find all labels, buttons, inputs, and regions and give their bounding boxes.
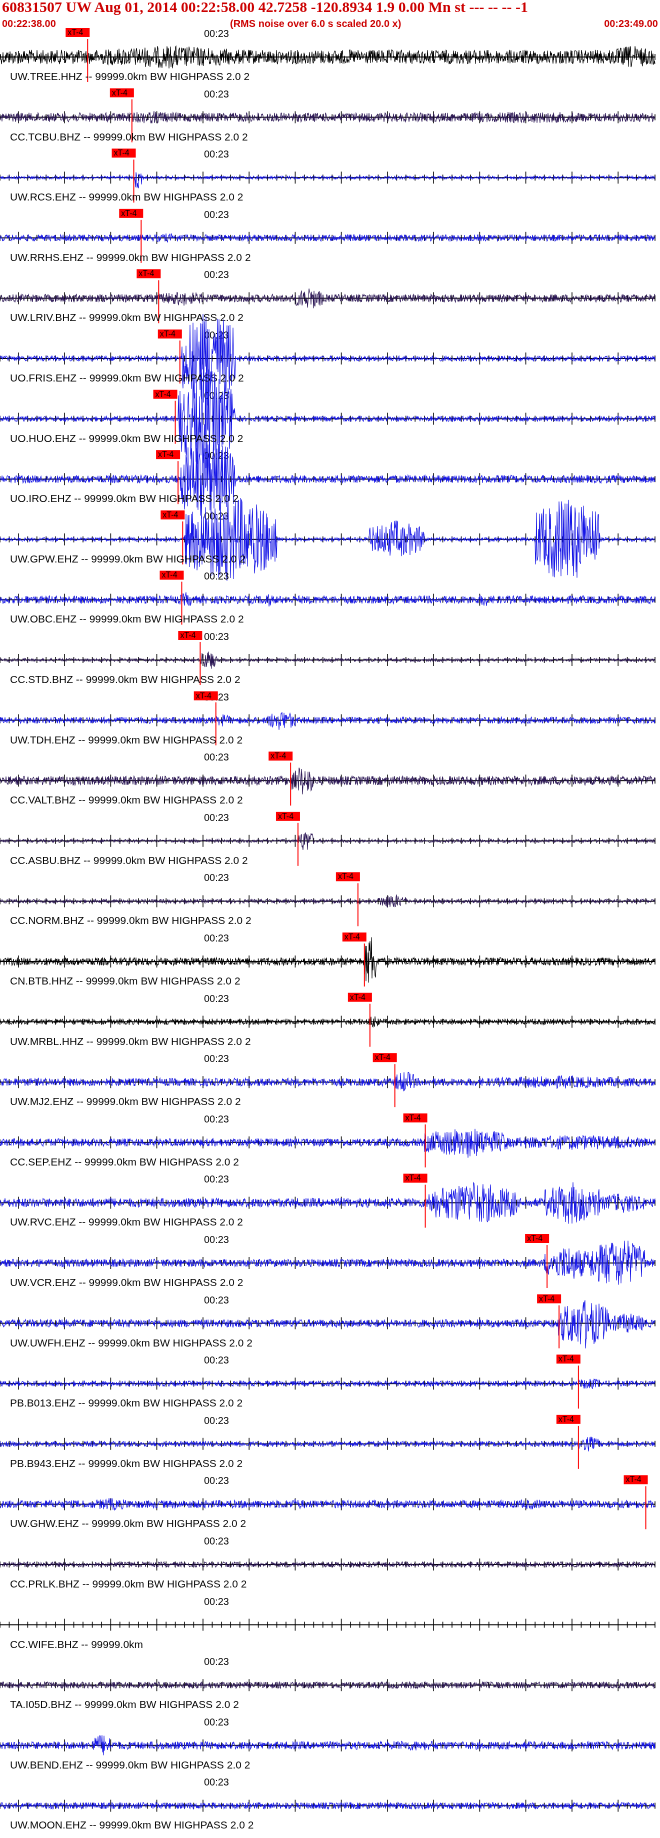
pick-label: xT-4 — [405, 1174, 421, 1183]
station-label: CC.NORM.BHZ -- 99999.0km BW HIGHPASS 2.0… — [10, 915, 252, 927]
minute-tick-label: 00:23 — [204, 1175, 229, 1186]
pick-label: xT-4 — [158, 450, 174, 459]
seismogram-plot: 00:23 xT-4 UW.TREE.HHZ -- 99999.0km BW HIG… — [0, 28, 656, 1832]
minute-tick-label: 00:23 — [204, 572, 229, 583]
pick-label: xT-4 — [375, 1053, 391, 1062]
station-label: UW.GPW.EHZ -- 99999.0km BW HIGHPASS 2.0 … — [10, 553, 246, 565]
minute-tick-label: 00:23 — [204, 1054, 229, 1065]
station-label: UW.OBC.EHZ -- 99999.0km BW HIGHPASS 2.0 … — [10, 614, 244, 626]
minute-tick-label: 00:23 — [204, 1416, 229, 1427]
station-label: UW.MOON.EHZ -- 99999.0km BW HIGHPASS 2.0… — [10, 1820, 254, 1832]
station-label: CC.TCBU.BHZ -- 99999.0km BW HIGHPASS 2.0… — [10, 131, 248, 143]
minute-tick-label: 00:23 — [204, 934, 229, 945]
station-label: CC.PRLK.BHZ -- 99999.0km BW HIGHPASS 2.0… — [10, 1579, 247, 1591]
station-label: UW.TREE.HHZ -- 99999.0km BW HIGHPASS 2.0… — [10, 71, 250, 83]
waveform-trace — [0, 313, 656, 407]
station-label: UW.VCR.EHZ -- 99999.0km BW HIGHPASS 2.0 … — [10, 1277, 243, 1289]
minute-tick-label: 00:23 — [204, 270, 229, 281]
waveform-trace — [0, 592, 656, 607]
waveform-trace — [0, 288, 656, 309]
minute-tick-label: 00:23 — [204, 1717, 229, 1728]
pick-label: xT-4 — [539, 1294, 555, 1303]
pick-label: xT-4 — [405, 1113, 421, 1122]
station-label: UO.HUO.EHZ -- 99999.0km BW HIGHPASS 2.0 … — [10, 433, 243, 445]
minute-tick-label: 00:23 — [204, 1476, 229, 1487]
station-label: UW.MRBL.HHZ -- 99999.0km BW HIGHPASS 2.0… — [10, 1036, 251, 1048]
station-label: CC.VALT.BHZ -- 99999.0km BW HIGHPASS 2.0… — [10, 795, 243, 807]
station-label: CC.SEP.EHZ -- 99999.0km BW HIGHPASS 2.0 … — [10, 1156, 239, 1168]
pick-label: xT-4 — [160, 330, 176, 339]
pick-label: xT-4 — [558, 1355, 574, 1364]
station-label: UO.IRO.EHZ -- 99999.0km BW HIGHPASS 2.0 … — [10, 493, 239, 505]
station-label: PB.B013.EHZ -- 99999.0km BW HIGHPASS 2.0… — [10, 1398, 243, 1410]
minute-tick-label: 00:23 — [204, 632, 229, 643]
minute-tick-label: 00:23 — [204, 873, 229, 884]
waveform-trace — [0, 712, 656, 730]
waveform-trace — [0, 495, 656, 581]
station-label: UW.RCS.EHZ -- 99999.0km BW HIGHPASS 2.0 … — [10, 192, 243, 204]
pick-label: xT-4 — [527, 1234, 543, 1243]
station-label: CC.ASBU.BHZ -- 99999.0km BW HIGHPASS 2.0… — [10, 855, 248, 867]
waveform-trace — [0, 172, 656, 189]
minute-tick-label: 00:23 — [204, 1114, 229, 1125]
waveform-trace — [0, 832, 656, 850]
pick-label: xT-4 — [68, 28, 84, 37]
minute-tick-label: 00:23 — [204, 753, 229, 764]
station-label: TA.I05D.BHZ -- 99999.0km BW HIGHPASS 2.0… — [10, 1699, 239, 1711]
station-label: UW.MJ2.EHZ -- 99999.0km BW HIGHPASS 2.0 … — [10, 1096, 241, 1108]
station-label: UW.RVC.EHZ -- 99999.0km BW HIGHPASS 2.0 … — [10, 1217, 243, 1229]
minute-tick-label: 00:23 — [204, 1597, 229, 1608]
minute-tick-label: 00:23 — [204, 210, 229, 221]
pick-label: xT-4 — [121, 209, 137, 218]
minute-tick-label: 00:23 — [204, 1537, 229, 1548]
waveform-trace — [0, 1128, 656, 1158]
pick-label: xT-4 — [344, 933, 360, 942]
pick-label: xT-4 — [278, 812, 294, 821]
station-label: CC.STD.BHZ -- 99999.0km BW HIGHPASS 2.0 … — [10, 674, 240, 686]
station-label: UW.GHW.EHZ -- 99999.0km BW HIGHPASS 2.0 … — [10, 1518, 246, 1530]
pick-label: xT-4 — [139, 269, 155, 278]
pick-label: xT-4 — [196, 691, 212, 700]
pick-label: xT-4 — [112, 88, 128, 97]
pick-label: xT-4 — [163, 510, 179, 519]
minute-tick-label: 00:23 — [204, 994, 229, 1005]
minute-tick-label: 00:23 — [204, 1235, 229, 1246]
waveform-trace — [0, 1560, 656, 1569]
station-label: UW.UWFH.EHZ -- 99999.0km BW HIGHPASS 2.0… — [10, 1337, 253, 1349]
station-label: UW.TDH.EHZ -- 99999.0km BW HIGHPASS 2.0 … — [10, 734, 243, 746]
pick-label: xT-4 — [338, 872, 354, 881]
pick-label: xT-4 — [558, 1415, 574, 1424]
minute-tick-label: 00:23 — [204, 813, 229, 824]
pick-label: xT-4 — [155, 390, 171, 399]
station-label: CC.WIFE.BHZ -- 99999.0km — [10, 1639, 143, 1651]
station-label: PB.B943.EHZ -- 99999.0km BW HIGHPASS 2.0… — [10, 1458, 243, 1470]
minute-tick-label: 00:23 — [204, 89, 229, 100]
minute-tick-label: 00:23 — [204, 1356, 229, 1367]
minute-tick-label: 00:23 — [204, 150, 229, 161]
station-label: UW.BEND.EHZ -- 99999.0km BW HIGHPASS 2.0… — [10, 1759, 250, 1771]
pick-label: xT-4 — [271, 752, 287, 761]
station-label: UW.LRIV.BHZ -- 99999.0km BW HIGHPASS 2.0… — [10, 312, 244, 324]
station-label: UW.RRHS.EHZ -- 99999.0km BW HIGHPASS 2.0… — [10, 252, 251, 264]
pick-label: xT-4 — [350, 993, 366, 1002]
pick-label: xT-4 — [180, 631, 196, 640]
pick-label: xT-4 — [114, 149, 130, 158]
minute-tick-label: 00:23 — [204, 29, 229, 40]
station-label: CN.BTB.HHZ -- 99999.0km BW HIGHPASS 2.0 … — [10, 976, 240, 988]
minute-tick-label: 00:23 — [204, 1778, 229, 1789]
pick-label: xT-4 — [626, 1475, 642, 1484]
pick-label: xT-4 — [162, 571, 178, 580]
minute-tick-label: 00:23 — [204, 1657, 229, 1668]
minute-tick-label: 00:23 — [204, 1295, 229, 1306]
